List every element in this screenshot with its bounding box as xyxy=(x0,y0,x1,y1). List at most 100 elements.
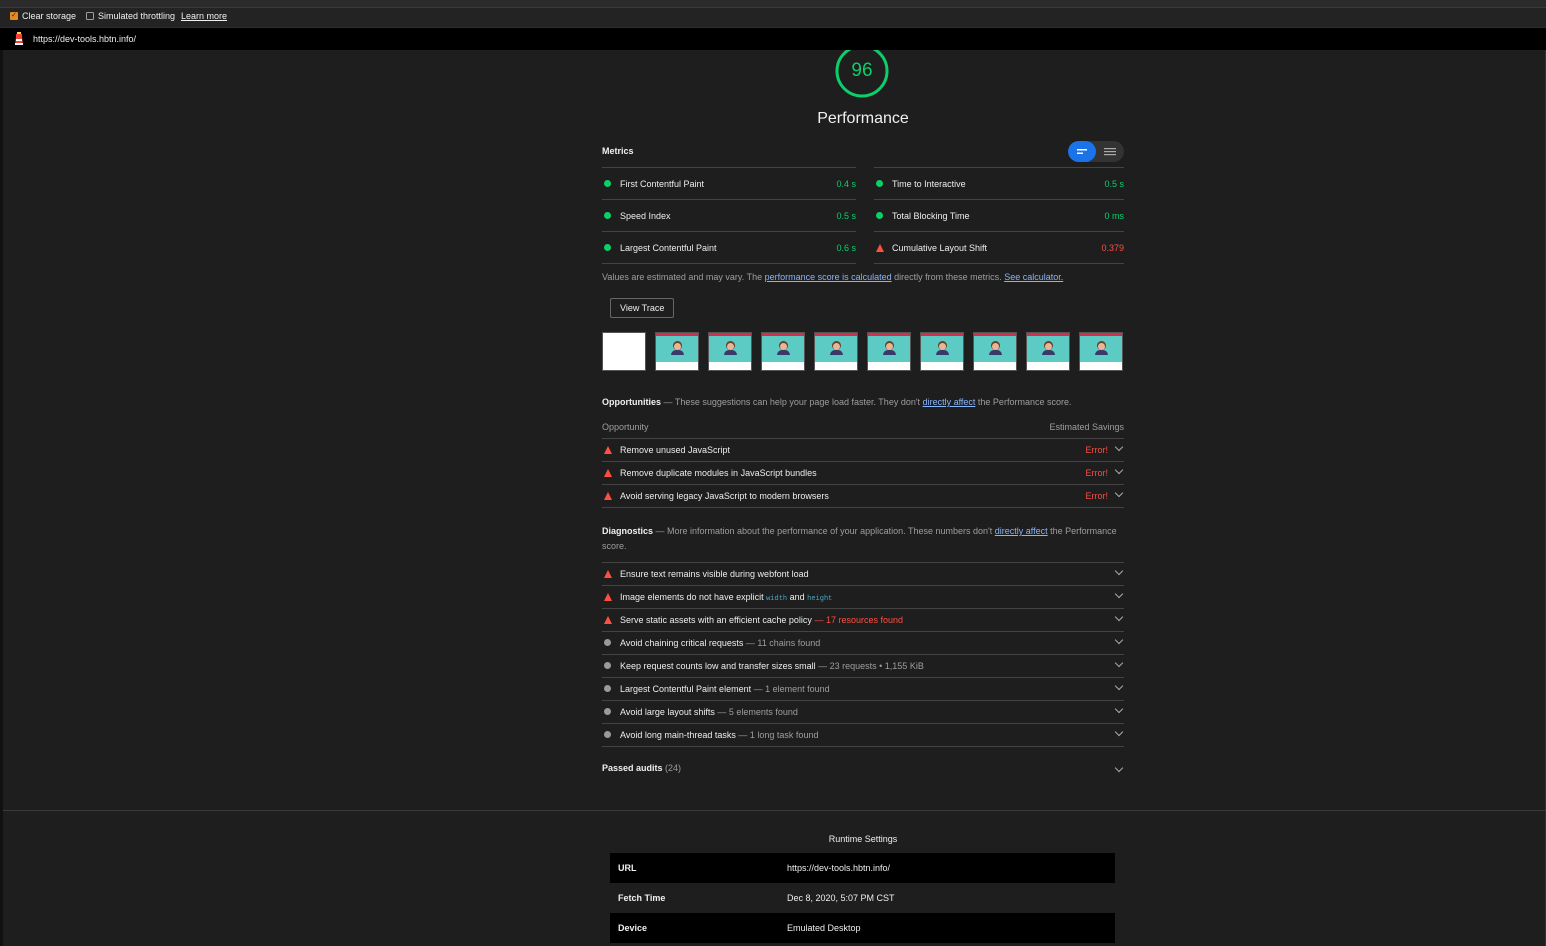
opportunity-row[interactable]: Avoid serving legacy JavaScript to moder… xyxy=(602,484,1124,508)
opportunities-desc: — These suggestions can help your page l… xyxy=(661,397,923,407)
diagnostic-row[interactable]: Keep request counts low and transfer siz… xyxy=(602,654,1124,677)
directly-affect-link[interactable]: directly affect xyxy=(995,526,1048,536)
info-dot-icon xyxy=(604,685,611,692)
note-text: directly from these metrics. xyxy=(891,272,1005,282)
diagnostic-row[interactable]: Largest Contentful Paint element — 1 ele… xyxy=(602,677,1124,700)
filmstrip-frame xyxy=(973,332,1017,371)
runtime-key: Device xyxy=(618,923,648,933)
chevron-down-icon[interactable] xyxy=(1114,589,1124,599)
directly-affect-link[interactable]: directly affect xyxy=(923,397,976,407)
clear-storage-checkbox[interactable]: ✓ xyxy=(10,12,18,20)
audit-label: Avoid serving legacy JavaScript to moder… xyxy=(620,491,829,501)
filmstrip-frame xyxy=(708,332,752,371)
audit-detail: — 17 resources found xyxy=(811,615,903,625)
runtime-value: https://dev-tools.hbtn.info/ xyxy=(787,863,891,873)
see-calculator-link[interactable]: See calculator. xyxy=(1004,272,1063,282)
clear-storage-option[interactable]: ✓ Clear storage xyxy=(10,11,76,21)
code-width: width xyxy=(766,595,788,603)
pass-dot-icon xyxy=(604,212,611,219)
diagnostics-desc: — More information about the performance… xyxy=(653,526,995,536)
diagnostic-row[interactable]: Avoid long main-thread tasks — 1 long ta… xyxy=(602,723,1124,747)
diagnostic-row[interactable]: Image elements do not have explicit widt… xyxy=(602,585,1124,608)
chevron-down-icon[interactable] xyxy=(1114,488,1124,498)
fail-triangle-icon xyxy=(604,593,612,601)
code-height: height xyxy=(807,595,833,603)
audit-detail: — 11 chains found xyxy=(743,638,821,648)
filmstrip-frame xyxy=(814,332,858,371)
report-url[interactable]: https://dev-tools.hbtn.info/ xyxy=(33,34,136,44)
diagnostic-row[interactable]: Ensure text remains visible during webfo… xyxy=(602,562,1124,585)
metric-label: Cumulative Layout Shift xyxy=(892,243,988,253)
runtime-row-device: Device Emulated Desktop xyxy=(610,913,1115,943)
runtime-value: Dec 8, 2020, 5:07 PM CST xyxy=(787,893,895,903)
report-url-bar: https://dev-tools.hbtn.info/ xyxy=(0,28,1546,50)
filmstrip xyxy=(602,332,1124,372)
runtime-key: URL xyxy=(618,863,637,873)
left-edge xyxy=(0,50,3,946)
diagnostic-row[interactable]: Serve static assets with an efficient ca… xyxy=(602,608,1124,631)
audit-label: Serve static assets with an efficient ca… xyxy=(620,615,903,625)
learn-more-link[interactable]: Learn more xyxy=(181,11,227,21)
metric-label: Speed Index xyxy=(620,211,671,221)
diagnostics-header: Diagnostics — More information about the… xyxy=(602,524,1124,554)
chevron-down-icon[interactable] xyxy=(1114,635,1124,645)
expanded-view-icon[interactable] xyxy=(1096,141,1124,162)
metric-first-contentful-paint: First Contentful Paint 0.4 s xyxy=(602,167,856,199)
compact-view-icon xyxy=(1077,149,1087,154)
metrics-column-right: Time to Interactive 0.5 s Total Blocking… xyxy=(874,167,1124,264)
chevron-down-icon[interactable] xyxy=(1114,566,1124,576)
chevron-down-icon[interactable] xyxy=(1114,442,1124,452)
simulated-throttling-checkbox[interactable] xyxy=(86,12,94,20)
chevron-down-icon[interactable] xyxy=(1114,704,1124,714)
note-text: Values are estimated and may vary. The xyxy=(602,272,765,282)
filmstrip-frame xyxy=(655,332,699,371)
metrics-disclaimer: Values are estimated and may vary. The p… xyxy=(602,272,1124,282)
savings-value: Error! xyxy=(1085,445,1109,455)
audit-label: Avoid long main-thread tasks — 1 long ta… xyxy=(620,730,819,740)
filmstrip-frame xyxy=(920,332,964,371)
audit-label: Largest Contentful Paint element — 1 ele… xyxy=(620,684,830,694)
filmstrip-frame xyxy=(1026,332,1070,371)
metrics-view-toggle[interactable] xyxy=(1068,141,1124,162)
chevron-down-icon[interactable] xyxy=(1114,465,1124,475)
audit-detail: — 5 elements found xyxy=(714,707,798,717)
chevron-down-icon[interactable] xyxy=(1114,763,1124,773)
simulated-throttling-label: Simulated throttling xyxy=(98,11,176,21)
col-estimated-savings: Estimated Savings xyxy=(1049,422,1124,432)
col-opportunity: Opportunity xyxy=(602,422,649,432)
audit-label: Remove unused JavaScript xyxy=(620,445,731,455)
chevron-down-icon[interactable] xyxy=(1114,681,1124,691)
audit-detail: — 23 requests • 1,155 KiB xyxy=(815,661,924,671)
runtime-settings-table: URL https://dev-tools.hbtn.info/ Fetch T… xyxy=(610,853,1115,943)
opportunity-row[interactable]: Remove unused JavaScript Error! xyxy=(602,438,1124,461)
passed-audits-row[interactable]: Passed audits (24) xyxy=(602,763,1124,779)
chevron-down-icon[interactable] xyxy=(1114,658,1124,668)
metric-label: First Contentful Paint xyxy=(620,179,705,189)
opportunities-desc-end: the Performance score. xyxy=(975,397,1072,407)
view-trace-button[interactable]: View Trace xyxy=(610,298,675,318)
score-calculated-link[interactable]: performance score is calculated xyxy=(765,272,892,282)
pass-dot-icon xyxy=(876,212,883,219)
metric-value: 0.5 s xyxy=(836,211,856,221)
clear-storage-label: Clear storage xyxy=(22,11,77,21)
metric-label: Time to Interactive xyxy=(892,179,966,189)
audit-label: Avoid large layout shifts — 5 elements f… xyxy=(620,707,798,717)
toggle-compact-view[interactable] xyxy=(1068,141,1096,162)
metric-value: 0.6 s xyxy=(836,243,856,253)
runtime-value: Emulated Desktop xyxy=(787,923,861,933)
opportunity-row[interactable]: Remove duplicate modules in JavaScript b… xyxy=(602,461,1124,484)
opportunities-header: Opportunities — These suggestions can he… xyxy=(602,395,1124,410)
fail-triangle-icon xyxy=(604,469,612,477)
fail-triangle-icon xyxy=(604,446,612,454)
diagnostic-row[interactable]: Avoid chaining critical requests — 11 ch… xyxy=(602,631,1124,654)
diagnostic-row[interactable]: Avoid large layout shifts — 5 elements f… xyxy=(602,700,1124,723)
filmstrip-frame xyxy=(867,332,911,371)
audit-label: Ensure text remains visible during webfo… xyxy=(620,569,809,579)
audit-detail: — 1 long task found xyxy=(735,730,819,740)
runtime-settings-title: Runtime Settings xyxy=(828,834,898,844)
chevron-down-icon[interactable] xyxy=(1114,612,1124,622)
fail-triangle-icon xyxy=(604,616,612,624)
chevron-down-icon[interactable] xyxy=(1114,727,1124,737)
simulated-throttling-option[interactable]: Simulated throttling xyxy=(86,11,175,21)
pass-dot-icon xyxy=(604,244,611,251)
